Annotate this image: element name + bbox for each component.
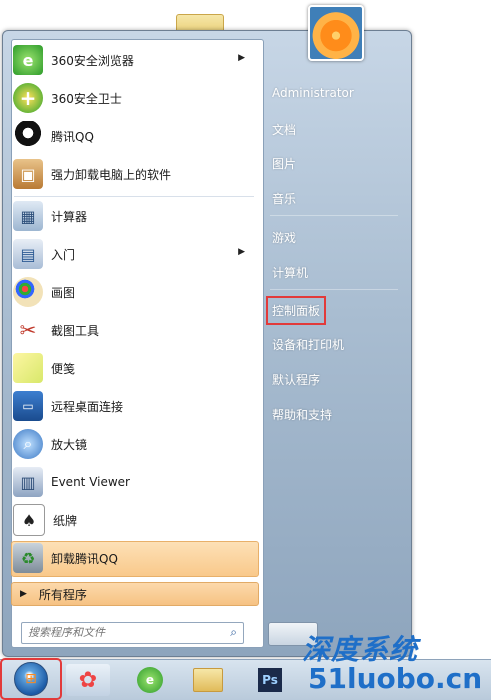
event-viewer-icon: ▥ [13, 467, 43, 497]
menu-item-360-security[interactable]: + 360安全卫士 [10, 80, 255, 116]
right-item-default-programs[interactable]: 默认程序 [272, 371, 320, 388]
menu-item-paint[interactable]: 画图 [10, 274, 255, 310]
paint-palette-icon [13, 277, 43, 307]
browser-360-icon: e [13, 45, 43, 75]
menu-item-label: 强力卸载电脑上的软件 [51, 167, 172, 182]
right-item-help-support[interactable]: 帮助和支持 [272, 406, 332, 423]
remote-desktop-icon: ▭ [13, 391, 43, 421]
all-programs-button[interactable]: ▶ 所有程序 [11, 582, 259, 606]
user-avatar[interactable] [308, 5, 364, 61]
menu-item-label: 卸载腾讯QQ [51, 551, 118, 566]
all-programs-label: 所有程序 [38, 587, 87, 602]
start-button[interactable]: ⊞ [0, 658, 62, 700]
menu-item-getting-started[interactable]: ▤ 入门 ▶ [10, 236, 255, 272]
menu-item-calculator[interactable]: ▦ 计算器 [10, 198, 255, 234]
windows-logo-icon: ⊞ [14, 662, 48, 696]
app-color-icon: ✿ [78, 667, 98, 693]
menu-item-label: Event Viewer [51, 475, 130, 489]
watermark-domain: 51luobo.cn [308, 662, 483, 695]
search-input[interactable] [22, 623, 213, 641]
recycle-bin-icon: ♻ [13, 543, 43, 573]
menu-item-label: 360安全卫士 [51, 91, 122, 106]
menu-item-snipping-tool[interactable]: ✂ 截图工具 [10, 312, 255, 348]
menu-item-label: 远程桌面连接 [51, 399, 124, 414]
right-item-documents[interactable]: 文档 [272, 121, 296, 138]
magnifier-icon: ⌕ [13, 429, 43, 459]
menu-item-label: 360安全浏览器 [51, 53, 134, 68]
search-box[interactable]: ⌕ [21, 622, 244, 644]
search-icon[interactable]: ⌕ [230, 625, 237, 640]
right-separator [270, 215, 398, 216]
submenu-arrow-icon: ▶ [238, 53, 245, 63]
browser-360-icon: e [137, 667, 163, 693]
submenu-arrow-icon: ▶ [238, 247, 245, 257]
menu-item-label: 截图工具 [51, 323, 100, 338]
menu-item-uninstaller[interactable]: ▣ 强力卸载电脑上的软件 [10, 156, 255, 192]
getting-started-icon: ▤ [13, 239, 43, 269]
expand-arrow-icon: ▶ [20, 589, 27, 599]
taskbar-app-explorer[interactable] [186, 664, 230, 696]
right-item-games[interactable]: 游戏 [272, 229, 296, 246]
sticky-notes-icon [13, 353, 43, 383]
calculator-icon: ▦ [13, 201, 43, 231]
menu-item-label: 腾讯QQ [51, 129, 94, 144]
menu-separator [14, 196, 254, 197]
right-item-computer[interactable]: 计算机 [272, 264, 308, 281]
solitaire-icon: ♠ [13, 504, 45, 536]
security-360-icon: + [13, 83, 43, 113]
right-item-pictures[interactable]: 图片 [272, 155, 296, 172]
uninstall-box-icon: ▣ [13, 159, 43, 189]
menu-item-label: 画图 [51, 285, 76, 300]
menu-item-solitaire[interactable]: ♠ 纸牌 [10, 502, 255, 538]
taskbar-app-colorful[interactable]: ✿ [66, 664, 110, 696]
menu-item-label: 放大镜 [51, 437, 88, 452]
right-item-music[interactable]: 音乐 [272, 190, 296, 207]
menu-item-360-browser[interactable]: e 360安全浏览器 ▶ [10, 42, 255, 78]
right-item-devices-printers[interactable]: 设备和打印机 [272, 336, 344, 353]
right-separator [270, 289, 398, 290]
menu-item-event-viewer[interactable]: ▥ Event Viewer [10, 464, 255, 500]
snipping-tool-icon: ✂ [19, 318, 37, 342]
menu-item-label: 便笺 [51, 361, 76, 376]
site-watermark: 深度系统 51luobo.cn [272, 608, 487, 696]
folder-icon [193, 668, 223, 692]
menu-item-label: 纸牌 [53, 513, 78, 528]
menu-item-magnifier[interactable]: ⌕ 放大镜 [10, 426, 255, 462]
taskbar-app-360-browser[interactable]: e [128, 664, 172, 696]
menu-item-uninstall-qq-content[interactable]: ♻ 卸载腾讯QQ [10, 540, 255, 576]
right-item-control-panel[interactable]: 控制面板 [265, 296, 327, 325]
menu-item-sticky-notes[interactable]: 便笺 [10, 350, 255, 386]
user-name-link[interactable]: Administrator [272, 86, 354, 100]
menu-item-label: 计算器 [51, 209, 88, 224]
qq-penguin-icon [13, 121, 43, 151]
menu-item-remote-desktop[interactable]: ▭ 远程桌面连接 [10, 388, 255, 424]
menu-item-label: 入门 [51, 247, 76, 262]
menu-item-qq[interactable]: 腾讯QQ [10, 118, 255, 154]
